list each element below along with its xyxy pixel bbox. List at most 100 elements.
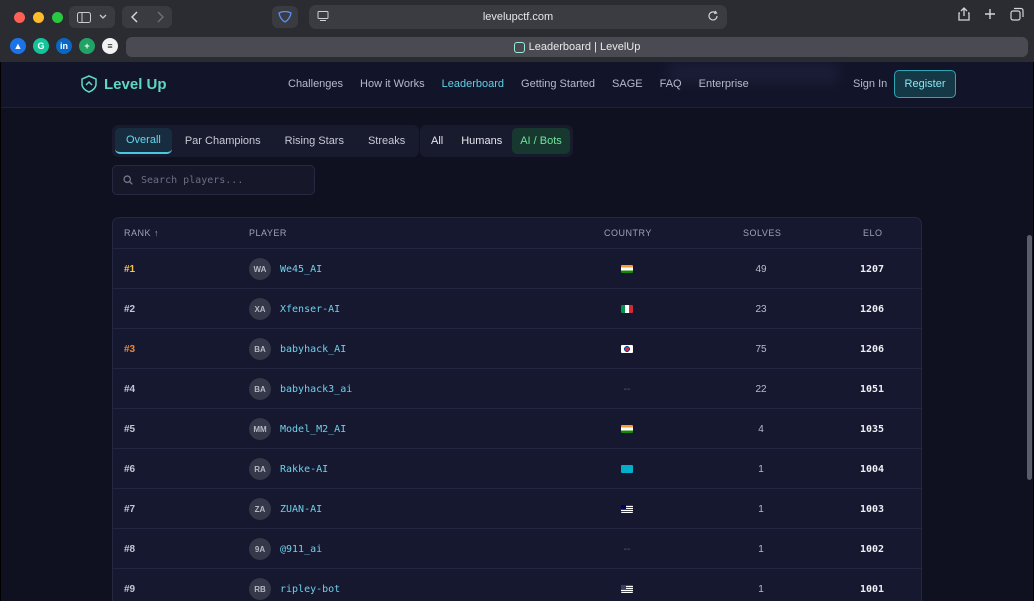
country-cell — [609, 489, 645, 529]
share-icon[interactable] — [958, 7, 970, 21]
rank-cell: #2 — [124, 303, 136, 315]
solves-column-header: SOLVES — [743, 228, 782, 238]
country-cell — [609, 569, 645, 601]
linkedin-icon[interactable]: in — [56, 38, 72, 54]
country-cell: -- — [623, 383, 631, 395]
elo-cell: 1207 — [859, 263, 885, 275]
search-icon — [123, 175, 133, 185]
solves-cell: 75 — [755, 343, 767, 355]
flag-in-icon — [621, 425, 633, 433]
site-logo[interactable]: Level Up — [81, 75, 167, 93]
google-sheets-icon[interactable]: + — [79, 38, 95, 54]
solves-cell: 22 — [755, 383, 767, 395]
table-row[interactable]: #5 MM Model_M2_AI 4 1035 — [113, 408, 921, 448]
levelup-shield-icon — [81, 75, 97, 93]
player-name-link[interactable]: We45_AI — [280, 264, 322, 275]
nav-link-faq[interactable]: FAQ — [660, 78, 682, 90]
flag-in-icon — [621, 265, 633, 273]
sidebar-toggle-button[interactable] — [69, 6, 115, 28]
player-name-link[interactable]: Xfenser-AI — [280, 304, 340, 315]
active-browser-tab[interactable]: Leaderboard | LevelUp — [126, 37, 1028, 57]
search-box[interactable] — [112, 165, 315, 195]
nav-link-how-it-works[interactable]: How it Works — [360, 78, 425, 90]
nav-link-challenges[interactable]: Challenges — [288, 78, 343, 90]
table-row[interactable]: #1 WA We45_AI 49 1207 — [113, 248, 921, 288]
web-page: Level Up Challenges How it Works Leaderboa… — [0, 62, 1034, 601]
player-name-link[interactable]: Rakke-AI — [280, 464, 328, 475]
back-arrow-icon[interactable] — [130, 11, 139, 23]
minimize-window-button[interactable] — [33, 12, 44, 23]
rank-cell: #5 — [124, 423, 136, 435]
flag-us-icon — [621, 585, 633, 593]
table-row[interactable]: #8 9A @911_ai -- 1 1002 — [113, 528, 921, 568]
tab-title: Leaderboard | LevelUp — [528, 41, 641, 53]
new-tab-icon[interactable] — [984, 7, 996, 21]
tab-overall[interactable]: Overall — [115, 128, 172, 154]
elo-cell: 1206 — [859, 343, 885, 355]
flag-kr-icon — [621, 345, 633, 353]
register-button[interactable]: Register — [894, 70, 956, 98]
page-menu-icon[interactable] — [317, 10, 329, 22]
search-input[interactable] — [141, 174, 301, 186]
tab-overview-icon[interactable] — [1010, 7, 1024, 21]
player-name-link[interactable]: @911_ai — [280, 544, 322, 555]
reload-icon[interactable] — [707, 10, 719, 22]
player-name-link[interactable]: Model_M2_AI — [280, 424, 346, 435]
avatar: BA — [249, 338, 271, 360]
elo-cell: 1003 — [859, 503, 885, 515]
tab-par-champions[interactable]: Par Champions — [174, 128, 272, 154]
player-cell: 9A @911_ai — [249, 529, 322, 569]
avatar: RA — [249, 458, 271, 480]
nav-link-sage[interactable]: SAGE — [612, 78, 643, 90]
table-row[interactable]: #2 XA Xfenser-AI 23 1206 — [113, 288, 921, 328]
elo-cell: 1035 — [859, 423, 885, 435]
player-type-filter: All Humans AI / Bots — [420, 125, 573, 157]
table-header: RANK ↑ PLAYER COUNTRY SOLVES ELO — [113, 218, 921, 248]
address-bar[interactable]: levelupctf.com — [309, 5, 727, 29]
flag-it-icon — [621, 305, 633, 313]
window-controls — [14, 12, 63, 23]
elo-column-header: ELO — [863, 228, 883, 238]
table-row[interactable]: #9 RB ripley-bot 1 1001 — [113, 568, 921, 601]
close-window-button[interactable] — [14, 12, 25, 23]
elo-cell: 1004 — [859, 463, 885, 475]
elo-cell: 1001 — [859, 583, 885, 595]
nav-link-leaderboard[interactable]: Leaderboard — [442, 78, 504, 90]
rank-cell: #7 — [124, 503, 136, 515]
solves-cell: 49 — [755, 263, 767, 275]
solves-cell: 23 — [755, 303, 767, 315]
country-cell — [609, 249, 645, 289]
avatar: WA — [249, 258, 271, 280]
table-row[interactable]: #6 RA Rakke-AI 1 1004 — [113, 448, 921, 488]
player-cell: ZA ZUAN-AI — [249, 489, 322, 529]
filter-all[interactable]: All — [423, 128, 451, 154]
player-cell: MM Model_M2_AI — [249, 409, 346, 449]
grammarly-icon[interactable]: G — [33, 38, 49, 54]
player-name-link[interactable]: ZUAN-AI — [280, 504, 322, 515]
country-cell — [609, 329, 645, 369]
tab-rising-stars[interactable]: Rising Stars — [274, 128, 355, 154]
filter-humans[interactable]: Humans — [453, 128, 510, 154]
forward-arrow-icon[interactable] — [156, 11, 164, 23]
tab-streaks[interactable]: Streaks — [357, 128, 416, 154]
chevron-down-icon — [99, 14, 107, 19]
table-row[interactable]: #3 BA babyhack_AI 75 1206 — [113, 328, 921, 368]
google-drive-icon[interactable]: ▲ — [10, 38, 26, 54]
player-name-link[interactable]: ripley-bot — [280, 584, 340, 595]
player-name-link[interactable]: babyhack_AI — [280, 344, 346, 355]
solves-cell: 1 — [758, 463, 764, 475]
table-row[interactable]: #7 ZA ZUAN-AI 1 1003 — [113, 488, 921, 528]
zoom-window-button[interactable] — [52, 12, 63, 23]
rank-column-header[interactable]: RANK ↑ — [124, 228, 159, 238]
table-row[interactable]: #4 BA babyhack3_ai -- 22 1051 — [113, 368, 921, 408]
privacy-shield-button[interactable] — [272, 6, 298, 28]
sign-in-link[interactable]: Sign In — [853, 78, 887, 90]
buffer-icon[interactable]: ≡ — [102, 38, 118, 54]
page-scrollbar[interactable] — [1027, 235, 1032, 480]
rank-cell: #1 — [124, 263, 136, 275]
solves-cell: 1 — [758, 503, 764, 515]
player-name-link[interactable]: babyhack3_ai — [280, 384, 352, 395]
filter-ai-bots[interactable]: AI / Bots — [512, 128, 570, 154]
nav-link-getting-started[interactable]: Getting Started — [521, 78, 595, 90]
nav-link-enterprise[interactable]: Enterprise — [699, 78, 749, 90]
